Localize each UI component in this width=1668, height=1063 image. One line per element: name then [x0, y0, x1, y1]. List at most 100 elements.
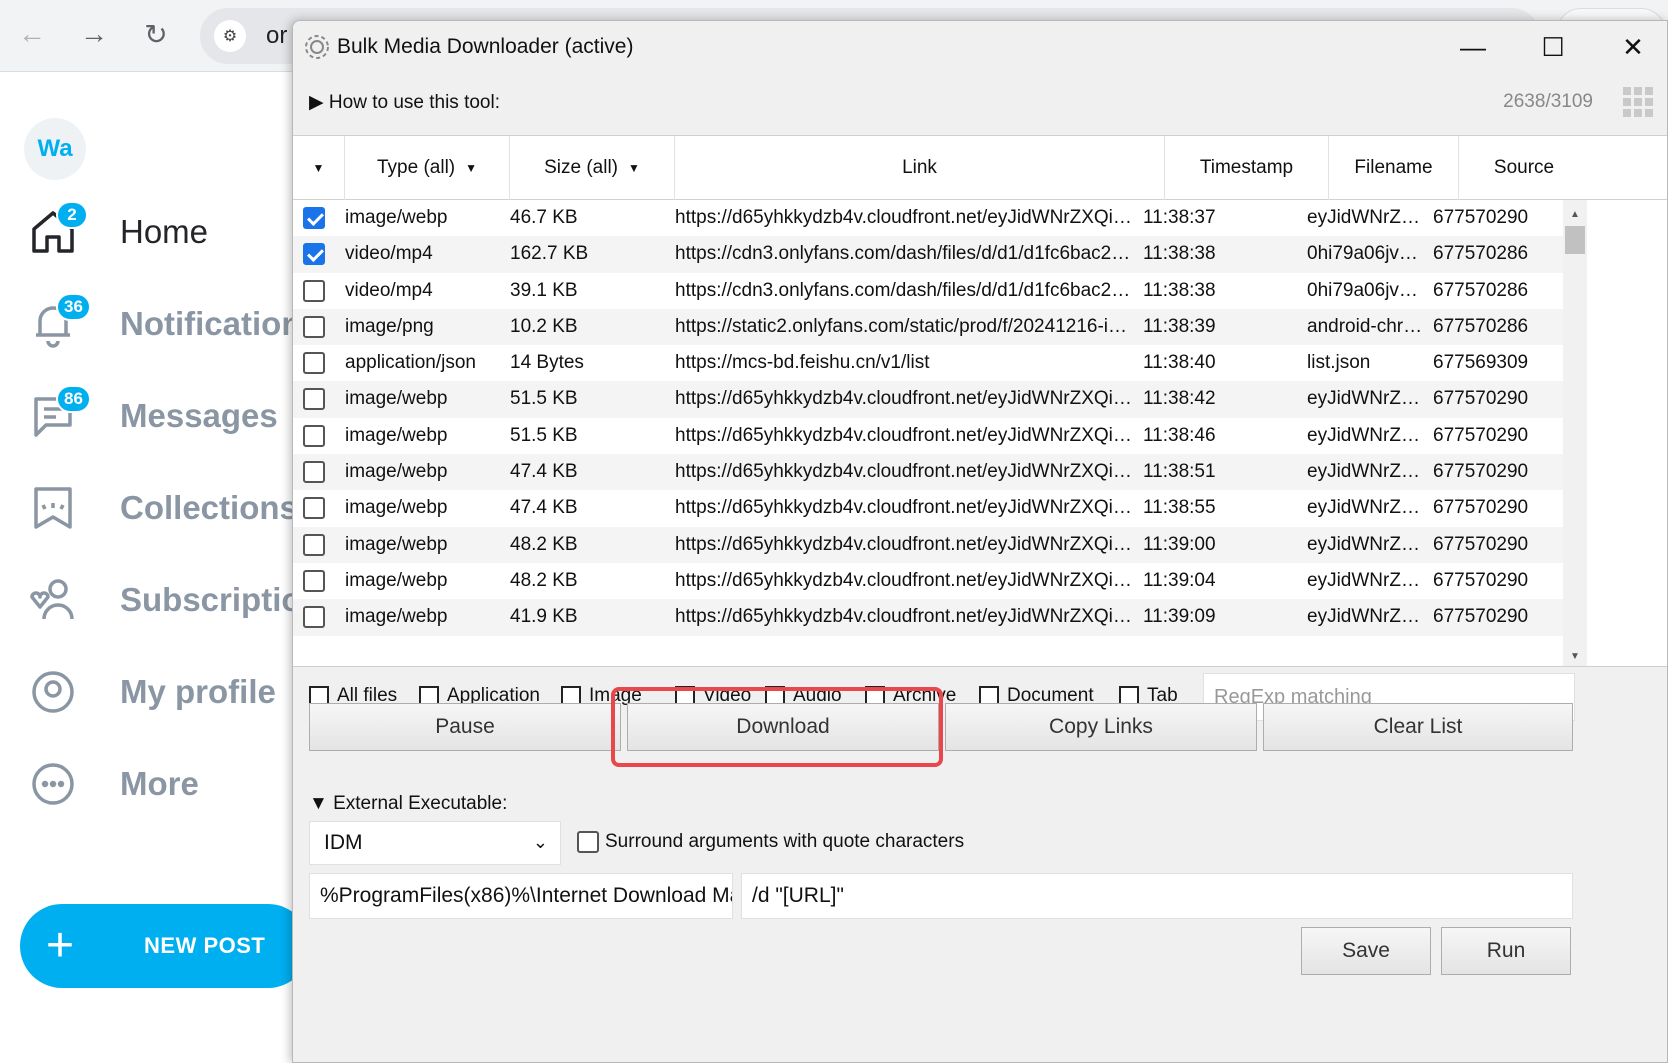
sidebar-item-more[interactable]: More — [28, 754, 328, 814]
scroll-up-icon[interactable]: ▲ — [1563, 204, 1587, 224]
column-source[interactable]: Source — [1459, 136, 1589, 200]
row-checkbox[interactable] — [303, 569, 325, 592]
sidebar-item-my-profile[interactable]: My profile — [28, 662, 328, 722]
external-executable-toggle[interactable]: ▼ External Executable: — [309, 793, 507, 815]
downloader-select[interactable]: IDM ⌄ — [309, 821, 561, 865]
back-icon[interactable]: ← — [12, 14, 52, 54]
row-checkbox[interactable] — [303, 207, 325, 229]
table-row[interactable]: image/webp 47.4 KB https://d65yhkkydzb4v.c… — [293, 490, 1563, 526]
table-header: ▼ Type (all) ▼ Size (all) ▼ Link Timestamp… — [293, 136, 1667, 200]
column-link[interactable]: Link — [675, 136, 1165, 200]
title-bar[interactable]: Bulk Media Downloader (active) — ☐ ✕ — [293, 21, 1667, 73]
row-checkbox[interactable] — [303, 388, 325, 411]
select-menu-icon[interactable]: ▼ — [293, 136, 345, 200]
address-text: or — [266, 22, 288, 49]
external-executable-label: External Executable: — [333, 793, 508, 814]
sidebar-item-home[interactable]: 2 Home — [28, 201, 328, 262]
grid-menu-icon[interactable] — [1623, 87, 1653, 117]
table-row[interactable]: image/webp 51.5 KB https://d65yhkkydzb4v.c… — [293, 381, 1563, 418]
column-type-label: Type (all) — [376, 157, 456, 178]
cell-type: video/mp4 — [345, 279, 433, 301]
cell-link: https://mcs-bd.feishu.cn/v1/list — [675, 352, 930, 374]
table-row[interactable]: image/png 10.2 KB https://static2.onlyfans… — [293, 308, 1563, 346]
row-checkbox[interactable] — [303, 533, 325, 556]
row-checkbox[interactable] — [303, 424, 325, 447]
sidebar-item-messages[interactable]: 86 Messages — [28, 385, 328, 446]
site-settings-icon[interactable]: ⚙ — [214, 20, 246, 52]
copy-links-button[interactable]: Copy Links — [945, 703, 1257, 751]
table-row[interactable]: image/webp 48.2 KB https://d65yhkkydzb4v.c… — [293, 563, 1563, 599]
download-highlight-box — [611, 687, 943, 767]
collapse-triangle-icon: ▼ — [309, 793, 328, 814]
maximize-icon[interactable]: ☐ — [1523, 29, 1583, 65]
row-checkbox[interactable] — [303, 243, 325, 266]
save-button[interactable]: Save — [1301, 927, 1431, 975]
table-row[interactable]: application/json 14 Bytes https://mcs-bd.f… — [293, 345, 1563, 381]
cell-timestamp: 11:38:46 — [1143, 424, 1216, 446]
table-row[interactable]: image/webp 47.4 KB https://d65yhkkydzb4v.c… — [293, 454, 1563, 491]
table-row[interactable]: video/mp4 39.1 KB https://cdn3.onlyfans.co… — [293, 273, 1563, 309]
pause-button[interactable]: Pause — [309, 703, 621, 751]
table-scrollbar[interactable]: ▲ ▼ — [1563, 200, 1587, 666]
column-timestamp[interactable]: Timestamp — [1165, 136, 1329, 200]
clear-list-button[interactable]: Clear List — [1263, 703, 1573, 751]
table-row[interactable]: image/webp 46.7 KB https://d65yhkkydzb4v.c… — [293, 200, 1563, 236]
cell-size: 46.7 KB — [510, 207, 578, 228]
sidebar-item-subscriptions[interactable]: Subscriptions — [28, 570, 340, 630]
run-button[interactable]: Run — [1441, 927, 1571, 975]
profile-icon — [28, 667, 78, 717]
sidebar-item-notifications[interactable]: 36 Notifications — [28, 293, 328, 354]
cell-timestamp: 11:38:55 — [1143, 497, 1216, 519]
quote-arguments-checkbox[interactable] — [577, 831, 599, 853]
bulk-media-downloader-window: Bulk Media Downloader (active) — ☐ ✕ ▶ H… — [292, 20, 1668, 1063]
cell-source: 677570290 — [1433, 388, 1529, 410]
sidebar-item-label: My profile — [120, 673, 276, 710]
executable-path-input[interactable]: %ProgramFiles(x86)%\Internet Download Ma… — [309, 873, 733, 919]
row-checkbox[interactable] — [303, 497, 325, 520]
column-size[interactable]: Size (all) ▼ — [510, 136, 675, 200]
home-icon: 2 — [28, 201, 88, 257]
sidebar-item-label: Collections — [120, 489, 298, 526]
row-checkbox[interactable] — [303, 279, 325, 302]
scroll-down-icon[interactable]: ▼ — [1563, 646, 1587, 666]
cell-size: 162.7 KB — [510, 243, 589, 265]
arguments-input[interactable]: /d "[URL]" — [741, 873, 1573, 919]
table-row[interactable]: image/webp 48.2 KB https://d65yhkkydzb4v.c… — [293, 526, 1563, 563]
cell-type: image/webp — [345, 569, 448, 591]
table-row[interactable]: image/webp 51.5 KB https://d65yhkkydzb4v.c… — [293, 418, 1563, 454]
cell-filename: eyJidWNrZXQiOiJv — [1307, 424, 1427, 446]
scrollbar-thumb[interactable] — [1565, 226, 1585, 254]
new-post-button[interactable]: + NEW POST — [20, 904, 310, 988]
sidebar-item-collections[interactable]: Collections — [28, 478, 328, 538]
cell-link: https://cdn3.onlyfans.com/dash/files/d/d… — [675, 243, 1133, 265]
table-row[interactable]: video/mp4 162.7 KB https://cdn3.onlyfans.c… — [293, 236, 1563, 273]
reload-icon[interactable]: ↻ — [136, 14, 176, 54]
cell-source: 677570290 — [1433, 497, 1529, 519]
dropdown-caret-icon: ▼ — [628, 161, 640, 175]
cell-filename: 0hi79a06jvxyz — [1307, 243, 1427, 265]
plus-icon: + — [46, 919, 75, 972]
row-checkbox[interactable] — [303, 606, 325, 629]
row-checkbox[interactable] — [303, 461, 325, 484]
cell-type: application/json — [345, 352, 476, 374]
row-checkbox[interactable] — [303, 315, 325, 338]
table-row[interactable]: image/webp 41.9 KB https://d65yhkkydzb4v.c… — [293, 599, 1563, 636]
cell-type: image/webp — [345, 461, 448, 483]
avatar[interactable]: Wa — [24, 118, 86, 180]
cell-timestamp: 11:39:09 — [1143, 606, 1216, 628]
row-checkbox[interactable] — [303, 352, 325, 375]
new-post-label: NEW POST — [144, 933, 266, 958]
column-type[interactable]: Type (all) ▼ — [345, 136, 510, 200]
forward-icon[interactable]: → — [74, 14, 114, 54]
column-filename[interactable]: Filename — [1329, 136, 1459, 200]
cell-filename: eyJidWNrZXQiOiJv — [1307, 606, 1427, 628]
cell-link: https://d65yhkkydzb4v.cloudfront.net/eyJ… — [675, 533, 1133, 555]
cell-size: 51.5 KB — [510, 424, 578, 446]
how-to-toggle[interactable]: ▶ How to use this tool: — [309, 91, 500, 114]
minimize-icon[interactable]: — — [1443, 29, 1503, 65]
media-table: ▼ Type (all) ▼ Size (all) ▼ Link Timestamp… — [293, 135, 1667, 667]
close-icon[interactable]: ✕ — [1603, 29, 1663, 65]
quote-arguments-option[interactable]: Surround arguments with quote characters — [577, 831, 964, 853]
cell-link: https://d65yhkkydzb4v.cloudfront.net/eyJ… — [675, 424, 1133, 446]
how-to-label: How to use this tool: — [328, 92, 500, 113]
